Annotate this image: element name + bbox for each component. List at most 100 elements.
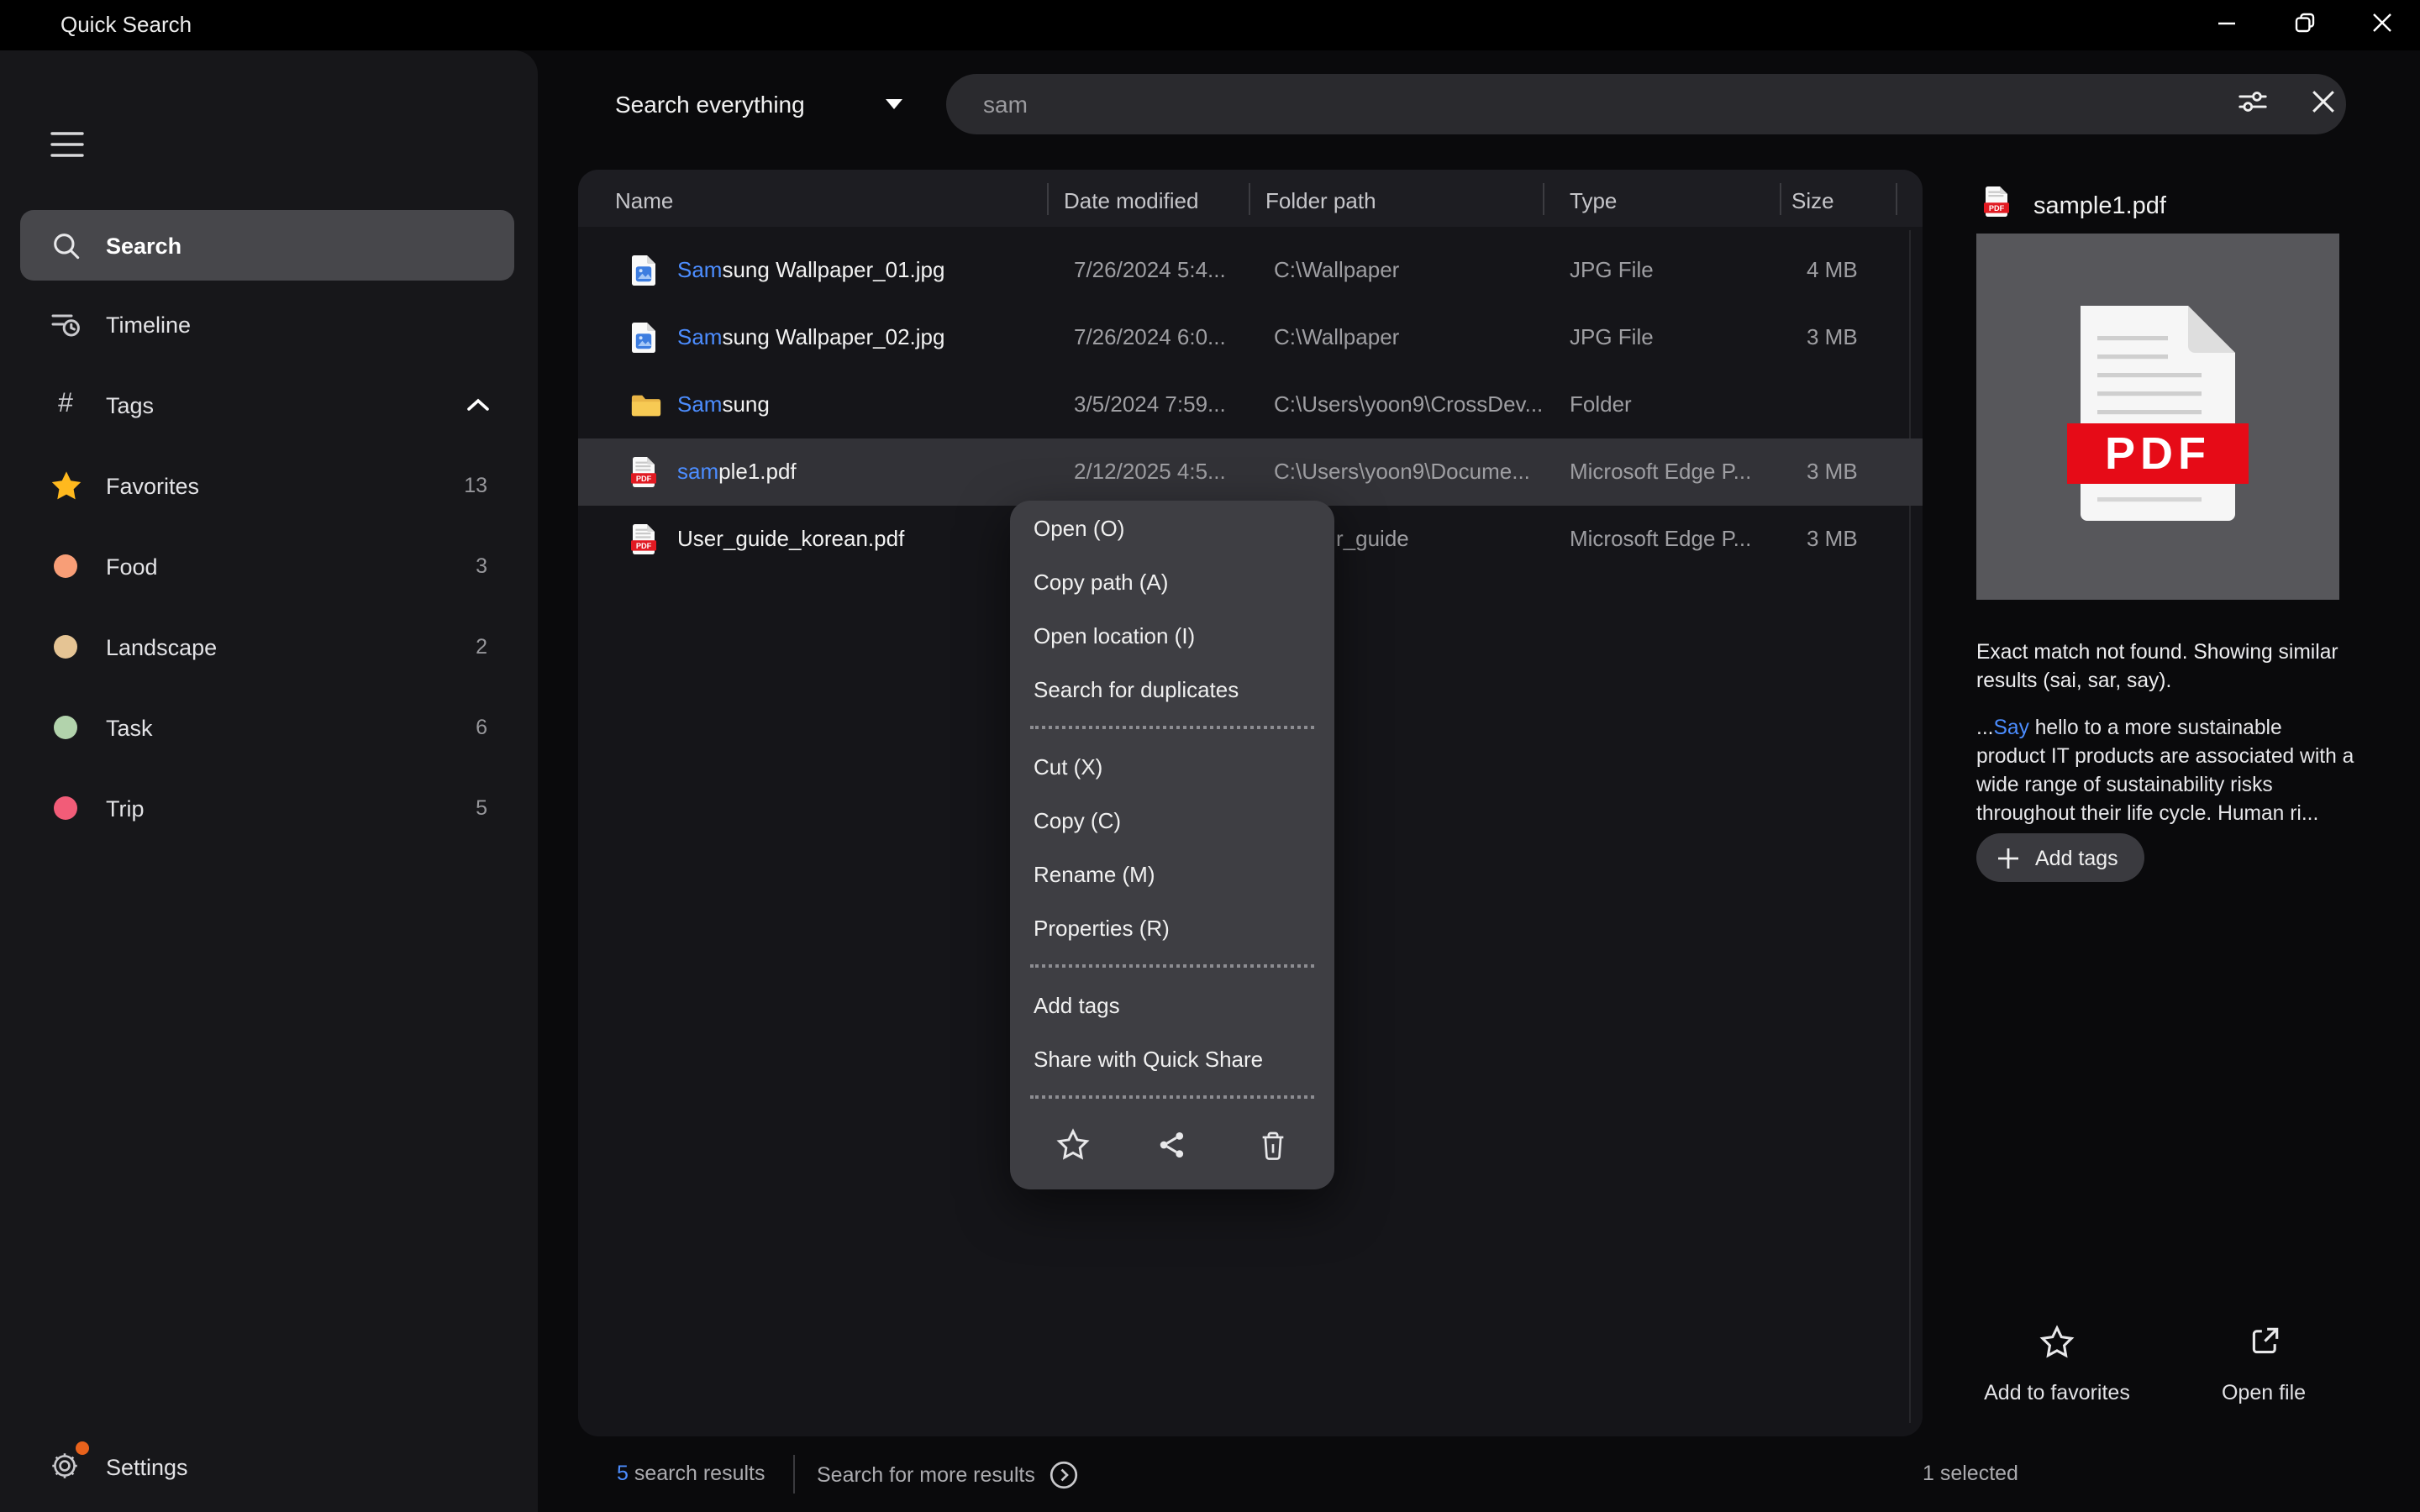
sidebar-item-landscape[interactable]: Landscape 2 <box>0 612 538 682</box>
table-row[interactable]: Samsung 3/5/2024 7:59... C:\Users\yoon9\… <box>578 371 1923 438</box>
column-divider <box>1249 183 1250 215</box>
menu-item-properties[interactable]: Properties (R) <box>1010 900 1334 954</box>
file-name: User_guide_korean.pdf <box>677 506 1064 573</box>
table-row-selected[interactable]: PDF sample1.pdf 2/12/2025 4:5... C:\User… <box>578 438 1923 506</box>
column-divider <box>1896 183 1897 215</box>
sidebar-item-tags[interactable]: # Tags <box>0 370 538 440</box>
menu-item-cut[interactable]: Cut (X) <box>1010 739 1334 793</box>
menu-item-quick-share[interactable]: Share with Quick Share <box>1010 1032 1334 1085</box>
star-outline-icon <box>2039 1324 2075 1366</box>
favorite-button[interactable] <box>1049 1124 1096 1171</box>
context-menu: Open (O) Copy path (A) Open location (I)… <box>1010 501 1334 1189</box>
menu-divider <box>1010 954 1334 978</box>
search-query-text: sam <box>983 91 1028 118</box>
file-path: C:\Wallpaper <box>1274 304 1560 371</box>
menu-item-open[interactable]: Open (O) <box>1010 501 1334 554</box>
table-row[interactable]: Samsung Wallpaper_01.jpg 7/26/2024 5:4..… <box>578 237 1923 304</box>
menu-item-open-location[interactable]: Open location (I) <box>1010 608 1334 662</box>
file-path: C:\Users\yoon9\CrossDev... <box>1274 371 1560 438</box>
menu-item-add-tags[interactable]: Add tags <box>1010 978 1334 1032</box>
title-bar: Quick Search <box>0 0 2420 50</box>
chevron-up-icon[interactable] <box>466 396 491 413</box>
menu-divider <box>1010 1085 1334 1109</box>
sidebar-item-label: Tags <box>106 392 154 417</box>
open-file-button[interactable]: Open file <box>2160 1320 2368 1408</box>
dropdown-arrow-icon <box>886 99 902 109</box>
plus-icon <box>1996 846 2020 869</box>
result-count-text: 5 search results <box>617 1436 765 1512</box>
pdf-file-icon: PDF <box>630 506 671 573</box>
column-header-type[interactable]: Type <box>1570 188 1617 213</box>
svg-text:PDF: PDF <box>2105 428 2211 478</box>
menu-action-row <box>1010 1109 1334 1186</box>
tag-count: 2 <box>476 635 487 659</box>
search-scope-dropdown[interactable]: Search everything <box>615 74 902 134</box>
sidebar-item-label: Food <box>106 554 158 579</box>
table-header: Name Date modified Folder path Type Size <box>578 170 1923 227</box>
minimize-button[interactable] <box>2190 0 2264 50</box>
close-button[interactable] <box>2344 0 2418 50</box>
close-icon <box>2370 12 2392 39</box>
filter-button[interactable] <box>2228 81 2275 128</box>
svg-text:PDF: PDF <box>636 542 652 550</box>
sidebar-item-food[interactable]: Food 3 <box>0 531 538 601</box>
sidebar-item-label: Landscape <box>106 634 217 659</box>
file-type: JPG File <box>1570 237 1797 304</box>
file-type: JPG File <box>1570 304 1797 371</box>
delete-button[interactable] <box>1249 1124 1296 1171</box>
share-icon <box>1156 1129 1188 1166</box>
file-type: Microsoft Edge P... <box>1570 438 1797 506</box>
tag-dot-food <box>47 548 84 585</box>
sidebar-item-label: Trip <box>106 795 145 821</box>
sidebar-item-timeline[interactable]: Timeline <box>0 289 538 360</box>
sidebar-item-favorites[interactable]: Favorites 13 <box>0 450 538 521</box>
sidebar-item-label: Task <box>106 715 153 740</box>
sidebar-item-task[interactable]: Task 6 <box>0 692 538 763</box>
column-header-folder-path[interactable]: Folder path <box>1265 188 1376 213</box>
tag-dot-trip <box>47 790 84 827</box>
detail-file-title: sample1.pdf <box>2033 192 2166 219</box>
file-size: 3 MB <box>1807 304 1907 371</box>
column-header-date-modified[interactable]: Date modified <box>1064 188 1198 213</box>
menu-item-rename[interactable]: Rename (M) <box>1010 847 1334 900</box>
file-size <box>1807 371 1907 438</box>
clear-search-button[interactable] <box>2299 81 2346 128</box>
add-tags-label: Add tags <box>2035 846 2118 869</box>
add-tags-button[interactable]: Add tags <box>1976 833 2145 882</box>
match-note: Exact match not found. Showing similar r… <box>1976 639 2353 696</box>
column-header-name[interactable]: Name <box>615 188 673 213</box>
file-type: Microsoft Edge P... <box>1570 506 1797 573</box>
share-button[interactable] <box>1149 1124 1196 1171</box>
file-preview: PDF <box>1976 234 2339 600</box>
svg-text:PDF: PDF <box>1989 204 2005 213</box>
column-header-size[interactable]: Size <box>1791 188 1834 213</box>
sidebar-item-search[interactable]: Search <box>20 210 514 281</box>
column-divider <box>1543 183 1544 215</box>
sidebar-item-trip[interactable]: Trip 5 <box>0 773 538 843</box>
pdf-file-icon: PDF <box>630 438 671 506</box>
open-external-icon <box>2246 1324 2281 1364</box>
menu-item-copy-path[interactable]: Copy path (A) <box>1010 554 1334 608</box>
pdf-preview-glyph: PDF <box>2072 302 2244 532</box>
search-input[interactable]: sam <box>946 74 2346 134</box>
table-row[interactable]: Samsung Wallpaper_02.jpg 7/26/2024 6:0..… <box>578 304 1923 371</box>
menu-item-copy[interactable]: Copy (C) <box>1010 793 1334 847</box>
menu-item-search-duplicates[interactable]: Search for duplicates <box>1010 662 1334 716</box>
restore-button[interactable] <box>2267 0 2341 50</box>
star-outline-icon <box>1055 1127 1090 1168</box>
tag-dot-landscape <box>47 628 84 665</box>
action-label: Add to favorites <box>1984 1381 2130 1404</box>
action-label: Open file <box>2222 1381 2306 1404</box>
trash-icon <box>1256 1128 1288 1167</box>
search-more-label: Search for more results <box>817 1462 1035 1486</box>
add-to-favorites-button[interactable]: Add to favorites <box>1953 1320 2161 1408</box>
file-name: Samsung Wallpaper_02.jpg <box>677 304 1064 371</box>
tag-count: 5 <box>476 796 487 820</box>
jpg-file-icon <box>630 237 671 304</box>
file-type: Folder <box>1570 371 1797 438</box>
tag-dot-task <box>47 709 84 746</box>
menu-button[interactable] <box>37 118 97 175</box>
timeline-icon <box>47 306 84 343</box>
search-more-button[interactable]: Search for more results <box>817 1436 1079 1512</box>
favorites-star-icon <box>47 467 84 504</box>
